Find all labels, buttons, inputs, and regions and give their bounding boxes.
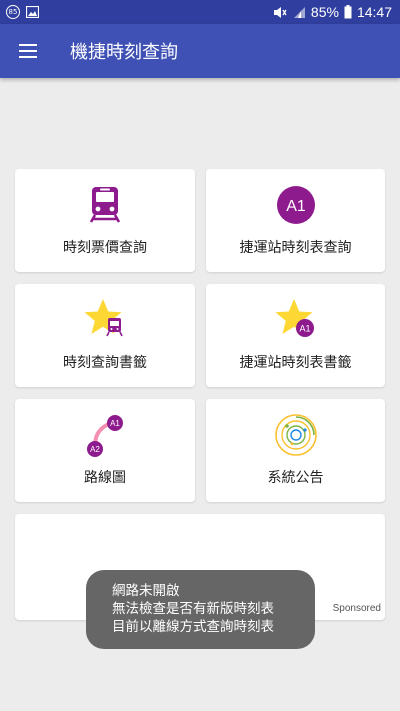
system-announcement-card[interactable]: 系統公告 (206, 399, 385, 502)
timetable-fare-query-card[interactable]: 時刻票價查詢 (15, 169, 195, 272)
svg-text:A1: A1 (110, 419, 120, 428)
star-a1-icon: A1 (275, 299, 314, 337)
offline-toast: 網路未開啟 無法檢查是否有新版時刻表 目前以離線方式查詢時刻表 (86, 570, 315, 649)
clock: 14:47 (356, 4, 392, 20)
battery-icon (344, 5, 352, 19)
hamburger-icon (19, 44, 37, 58)
svg-text:A2: A2 (90, 445, 100, 454)
signal-icon (293, 6, 305, 18)
timetable-bookmark-card[interactable]: 時刻查詢書籤 (15, 284, 195, 387)
card-label: 系統公告 (267, 470, 324, 486)
card-label: 捷運站時刻表書籤 (239, 355, 352, 371)
app-bar: 機捷時刻查詢 (0, 24, 400, 78)
card-label: 時刻查詢書籤 (63, 355, 147, 371)
svg-text:A1: A1 (286, 198, 306, 215)
mute-icon (273, 6, 287, 18)
toast-line: 無法檢查是否有新版時刻表 (112, 601, 274, 617)
page-title: 機捷時刻查詢 (70, 42, 178, 63)
route-map-card[interactable]: A1 A2 路線圖 (15, 399, 195, 502)
battery-percent: 85% (310, 4, 339, 20)
hamburger-menu-button[interactable] (0, 24, 56, 78)
image-notification-icon (26, 6, 39, 18)
route-map-icon: A1 A2 (87, 415, 123, 457)
toast-line: 網路未開啟 (112, 583, 180, 599)
card-label: 時刻票價查詢 (63, 240, 147, 256)
notification-badge-icon: 85 (6, 5, 20, 19)
sponsored-label: Sponsored (332, 603, 381, 614)
star-train-icon (84, 299, 123, 337)
card-label: 捷運站時刻表查詢 (239, 240, 352, 256)
station-timetable-bookmark-card[interactable]: A1 捷運站時刻表書籤 (206, 284, 385, 387)
announcement-icon (274, 414, 317, 456)
status-bar: 85 85% 14:47 (0, 0, 400, 24)
a1-station-icon: A1 (276, 186, 315, 224)
svg-text:A1: A1 (299, 324, 310, 334)
train-icon (89, 187, 121, 223)
card-label: 路線圖 (84, 470, 126, 486)
toast-line: 目前以離線方式查詢時刻表 (112, 619, 274, 635)
station-timetable-query-card[interactable]: A1 捷運站時刻表查詢 (206, 169, 385, 272)
